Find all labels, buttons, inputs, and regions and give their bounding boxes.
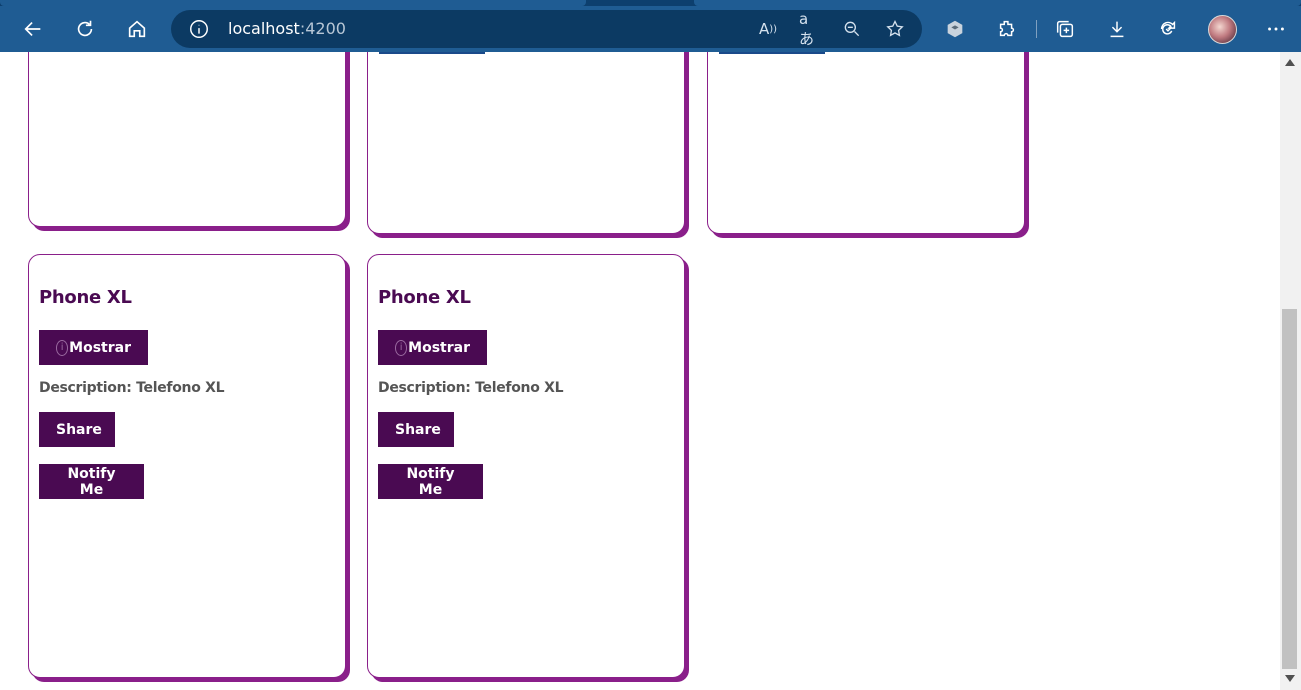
translate-glyph: aあ <box>799 9 815 48</box>
url-text[interactable]: localhost:4200 <box>228 19 346 38</box>
show-button[interactable]: i Mostrar <box>39 330 148 365</box>
profile-avatar[interactable] <box>1208 15 1237 44</box>
page-viewport: Phone XL i Mostrar Description: Telefono … <box>0 52 1280 690</box>
info-icon: i <box>395 339 408 356</box>
scroll-up-arrow-icon[interactable] <box>1285 59 1295 66</box>
card-button-edge[interactable] <box>379 52 485 54</box>
product-name[interactable]: Phone XL <box>378 287 471 308</box>
show-button-label: Mostrar <box>408 339 470 356</box>
product-card: Phone XL i Mostrar Description: Telefono … <box>28 254 346 678</box>
card-button-edge[interactable] <box>719 52 825 54</box>
description-value: Telefono XL <box>136 380 225 396</box>
navigation-bar: localhost:4200 A)) aあ <box>0 6 1301 52</box>
description-label: Description: <box>39 380 132 396</box>
favorite-add-icon[interactable] <box>884 18 906 40</box>
read-aloud-glyph: A <box>758 20 770 38</box>
more-icon[interactable] <box>1259 12 1293 46</box>
back-icon[interactable] <box>16 12 50 46</box>
notify-me-button[interactable]: Notify Me <box>39 464 144 499</box>
collections-icon[interactable] <box>1048 12 1082 46</box>
extension-layers-icon[interactable] <box>938 12 972 46</box>
url-host: localhost <box>228 19 300 38</box>
show-button[interactable]: i Mostrar <box>378 330 487 365</box>
zoom-out-icon[interactable] <box>841 18 863 40</box>
scroll-down-arrow-icon[interactable] <box>1285 675 1295 682</box>
url-port: :4200 <box>299 19 346 38</box>
downloads-icon[interactable] <box>1100 12 1134 46</box>
address-bar[interactable]: localhost:4200 A)) aあ <box>171 10 922 48</box>
show-button-label: Mostrar <box>69 339 131 356</box>
share-button[interactable]: Share <box>378 412 454 447</box>
home-icon[interactable] <box>120 12 154 46</box>
product-card-top-1 <box>28 52 346 227</box>
refresh-icon[interactable] <box>68 12 102 46</box>
notify-me-button[interactable]: Notify Me <box>378 464 483 499</box>
site-info-icon[interactable] <box>188 18 210 40</box>
performance-icon[interactable] <box>1151 12 1185 46</box>
vertical-scrollbar[interactable] <box>1280 52 1301 690</box>
description-label: Description: <box>378 380 471 396</box>
translate-icon[interactable]: aあ <box>799 10 821 48</box>
product-description: Description: Telefono XL <box>39 380 225 396</box>
browser-toolbar: localhost:4200 A)) aあ <box>0 0 1301 52</box>
scrollbar-thumb[interactable] <box>1282 309 1297 669</box>
product-card-top-3 <box>707 52 1025 234</box>
product-card: Phone XL i Mostrar Description: Telefono … <box>367 254 685 678</box>
read-aloud-icon[interactable]: A)) <box>757 18 779 40</box>
product-name[interactable]: Phone XL <box>39 287 132 308</box>
info-icon: i <box>56 339 69 356</box>
share-button[interactable]: Share <box>39 412 115 447</box>
toolbar-divider <box>1036 20 1037 38</box>
extensions-icon[interactable] <box>990 12 1024 46</box>
description-value: Telefono XL <box>475 380 564 396</box>
product-card-top-2 <box>367 52 685 234</box>
product-description: Description: Telefono XL <box>378 380 564 396</box>
